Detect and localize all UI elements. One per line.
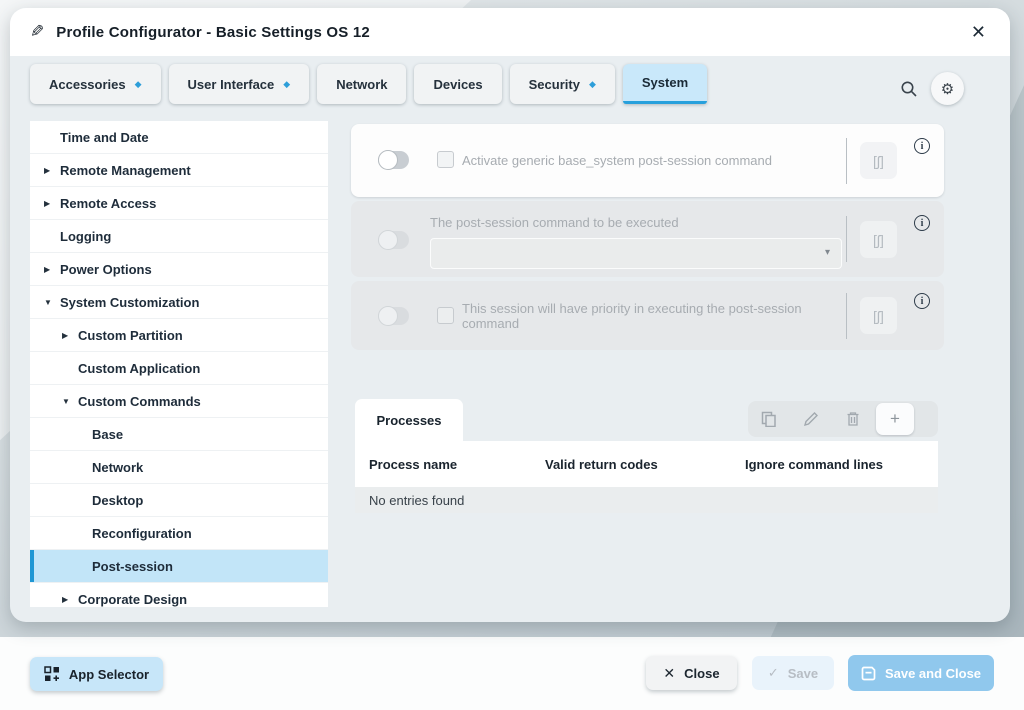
tree-item-reconfiguration[interactable]: Reconfiguration xyxy=(30,517,328,550)
tree-item-post-session[interactable]: Post-session xyxy=(30,550,328,583)
tab-label: Devices xyxy=(433,77,482,92)
tree-item-desktop[interactable]: Desktop xyxy=(30,484,328,517)
tab-label: User Interface xyxy=(188,77,275,92)
divider xyxy=(846,216,847,262)
info-icon[interactable]: i xyxy=(914,215,930,231)
activate-toggle[interactable] xyxy=(378,151,409,169)
tree-item-power-options[interactable]: ▶Power Options xyxy=(30,253,328,286)
save-disk-icon xyxy=(861,666,876,681)
chevron-right-icon: ▶ xyxy=(62,331,68,340)
close-icon[interactable]: ✕ xyxy=(971,23,986,41)
modified-diamond-icon: ◆ xyxy=(135,80,142,89)
setting-label: This session will have priority in execu… xyxy=(462,301,852,331)
function-button[interactable]: [ʃ] xyxy=(860,221,897,258)
tree-item-remote-access[interactable]: ▶Remote Access xyxy=(30,187,328,220)
tab-system[interactable]: System xyxy=(623,64,707,104)
copy-icon[interactable] xyxy=(748,411,790,427)
profile-configurator-dialog: ✎ Profile Configurator - Basic Settings … xyxy=(10,8,1010,622)
chevron-down-icon: ▼ xyxy=(44,298,52,307)
edit-pencil-icon: ✎ xyxy=(30,22,44,42)
tab-label: Network xyxy=(336,77,387,92)
app-selector-button[interactable]: App Selector xyxy=(30,657,163,691)
command-select[interactable]: ▾ xyxy=(430,238,842,269)
delete-icon[interactable] xyxy=(832,411,874,427)
add-button[interactable]: + xyxy=(876,403,914,435)
check-icon: ✓ xyxy=(768,665,779,681)
x-icon: ✕ xyxy=(663,665,675,682)
close-button[interactable]: ✕ Close xyxy=(646,656,737,690)
toggle-knob xyxy=(378,230,398,250)
tab-label: Security xyxy=(529,77,580,92)
chevron-right-icon: ▶ xyxy=(44,199,50,208)
activate-checkbox[interactable] xyxy=(437,151,454,168)
chevron-right-icon: ▶ xyxy=(62,595,68,604)
settings-tree: Time and Date ▶Remote Management ▶Remote… xyxy=(30,121,328,607)
tab-devices[interactable]: Devices xyxy=(414,64,501,104)
tree-item-network[interactable]: Network xyxy=(30,451,328,484)
command-toggle[interactable] xyxy=(378,231,409,249)
save-button[interactable]: ✓ Save xyxy=(752,656,834,690)
priority-checkbox[interactable] xyxy=(437,307,454,324)
tab-bar: Accessories ◆ User Interface ◆ Network D… xyxy=(30,64,707,104)
processes-table: Process name Valid return codes Ignore c… xyxy=(355,441,938,513)
column-valid-return-codes: Valid return codes xyxy=(545,457,745,472)
setting-activate-post-session-command: Activate generic base_system post-sessio… xyxy=(351,124,944,197)
tree-item-time-and-date[interactable]: Time and Date xyxy=(30,121,328,154)
column-process-name: Process name xyxy=(355,457,545,472)
tab-accessories[interactable]: Accessories ◆ xyxy=(30,64,161,104)
tree-item-logging[interactable]: Logging xyxy=(30,220,328,253)
function-button[interactable]: [ʃ] xyxy=(860,142,897,179)
edit-icon[interactable] xyxy=(790,411,832,427)
tree-item-system-customization[interactable]: ▼System Customization xyxy=(30,286,328,319)
gear-icon: ⚙ xyxy=(941,80,954,98)
app-grid-icon xyxy=(44,666,60,682)
toggle-knob xyxy=(378,306,398,326)
toggle-knob xyxy=(378,150,398,170)
tab-label: Accessories xyxy=(49,77,126,92)
function-button[interactable]: [ʃ] xyxy=(860,297,897,334)
table-header: Process name Valid return codes Ignore c… xyxy=(355,441,938,487)
divider xyxy=(846,138,847,184)
tab-network[interactable]: Network xyxy=(317,64,406,104)
chevron-right-icon: ▶ xyxy=(44,166,50,175)
dialog-title: Profile Configurator - Basic Settings OS… xyxy=(56,24,370,41)
priority-toggle[interactable] xyxy=(378,307,409,325)
tab-user-interface[interactable]: User Interface ◆ xyxy=(169,64,310,104)
setting-label: Activate generic base_system post-sessio… xyxy=(462,153,772,168)
search-icon[interactable] xyxy=(900,80,918,98)
table-empty-row: No entries found xyxy=(355,487,938,513)
tree-item-custom-application[interactable]: Custom Application xyxy=(30,352,328,385)
profile-settings-button[interactable]: ⚙ xyxy=(931,72,964,105)
chevron-down-icon: ▾ xyxy=(825,247,830,258)
column-ignore-command-lines: Ignore command lines xyxy=(745,457,938,472)
tab-security[interactable]: Security ◆ xyxy=(510,64,615,104)
tree-item-corporate-design[interactable]: ▶Corporate Design xyxy=(30,583,328,607)
tree-item-base[interactable]: Base xyxy=(30,418,328,451)
dialog-header: ✎ Profile Configurator - Basic Settings … xyxy=(10,8,1010,56)
modified-diamond-icon: ◆ xyxy=(589,80,596,89)
setting-label: The post-session command to be executed xyxy=(430,215,679,230)
save-and-close-button[interactable]: Save and Close xyxy=(848,655,994,691)
setting-session-priority: This session will have priority in execu… xyxy=(351,281,944,350)
chevron-right-icon: ▶ xyxy=(44,265,50,274)
setting-post-session-command-select: The post-session command to be executed … xyxy=(351,201,944,277)
divider xyxy=(846,293,847,339)
modified-diamond-icon: ◆ xyxy=(283,80,290,89)
tree-item-custom-commands[interactable]: ▼Custom Commands xyxy=(30,385,328,418)
tab-processes[interactable]: Processes xyxy=(355,399,463,441)
tab-label: System xyxy=(642,75,688,90)
tree-item-custom-partition[interactable]: ▶Custom Partition xyxy=(30,319,328,352)
info-icon[interactable]: i xyxy=(914,138,930,154)
info-icon[interactable]: i xyxy=(914,293,930,309)
chevron-down-icon: ▼ xyxy=(62,397,70,406)
tree-item-remote-management[interactable]: ▶Remote Management xyxy=(30,154,328,187)
processes-toolbar: + xyxy=(748,401,938,437)
